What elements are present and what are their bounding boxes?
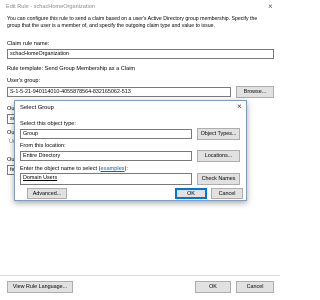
users-group-label: User's group: — [7, 78, 41, 84]
location-label: From this location: — [20, 143, 66, 149]
enter-names-prefix: Enter the object name to select ( — [20, 166, 101, 172]
users-group-field[interactable]: S-1-5-21-940114010-4055878564-832165062-… — [7, 87, 231, 97]
names-value: Domain Users — [23, 175, 58, 181]
rule-template-label: Rule template: Send Group Membership as … — [7, 66, 136, 72]
enter-names-label: Enter the object name to select (example… — [20, 166, 128, 172]
dialog-close-icon[interactable]: × — [237, 102, 242, 111]
dialog-title: Select Group — [20, 105, 54, 111]
bottom-separator — [0, 275, 280, 276]
dialog-cancel-button[interactable]: Cancel — [211, 188, 243, 199]
advanced-button[interactable]: Advanced... — [27, 188, 67, 199]
examples-link[interactable]: examples — [101, 166, 125, 172]
locations-button[interactable]: Locations... — [197, 150, 240, 162]
dialog-ok-button[interactable]: OK — [175, 188, 207, 199]
object-type-label: Select this object type: — [20, 121, 76, 127]
browse-button[interactable]: Browse... — [236, 86, 274, 98]
names-textarea[interactable]: Domain Users — [20, 173, 192, 185]
claim-rule-name-label: Claim rule name: — [7, 41, 50, 47]
location-field: Entire Directory — [20, 151, 192, 161]
window-title: Edit Rule - schacHomeOrganization — [6, 4, 95, 10]
claim-rule-name-field[interactable]: schacHomeOrganization — [7, 49, 274, 59]
close-icon[interactable]: × — [268, 2, 273, 11]
object-types-button[interactable]: Object Types... — [197, 128, 240, 140]
select-group-dialog: Select Group × Select this object type: … — [14, 100, 247, 201]
rule-description: You can configure this rule to send a cl… — [7, 16, 258, 30]
check-names-button[interactable]: Check Names — [197, 173, 240, 185]
ok-button[interactable]: OK — [195, 281, 231, 293]
cancel-button[interactable]: Cancel — [236, 281, 274, 293]
object-type-field: Group — [20, 129, 192, 139]
enter-names-suffix: ): — [124, 166, 128, 172]
view-rule-language-button[interactable]: View Rule Language... — [7, 281, 73, 293]
